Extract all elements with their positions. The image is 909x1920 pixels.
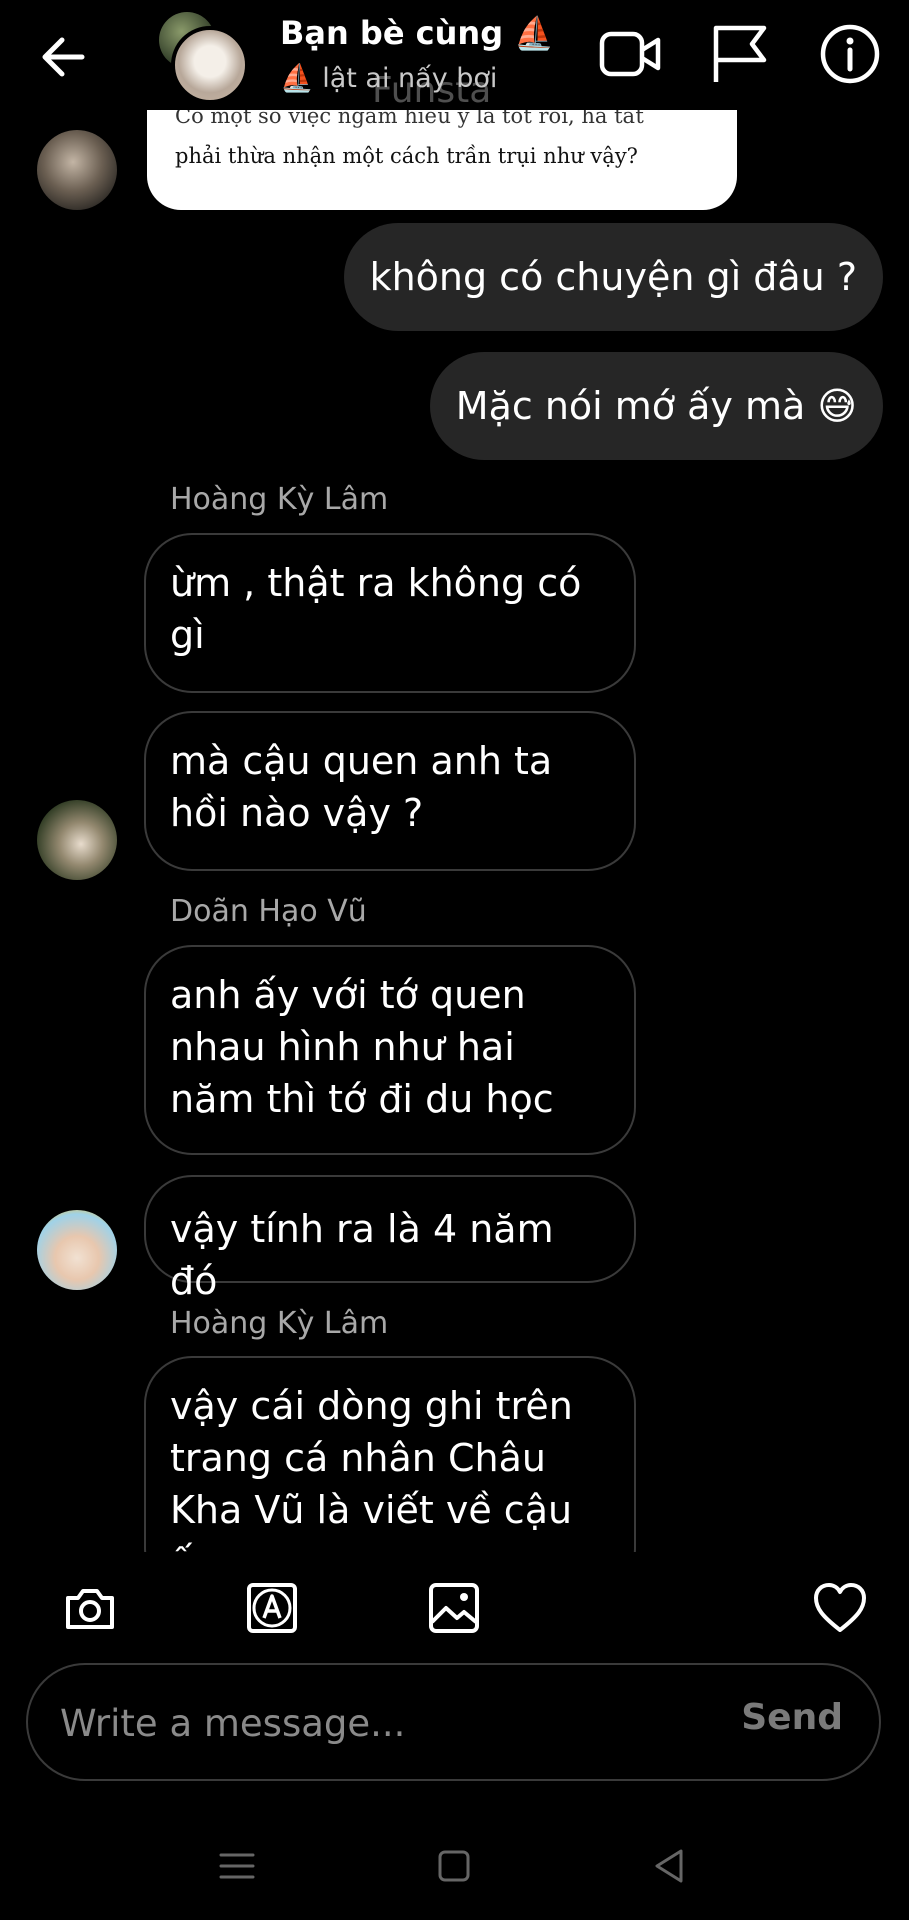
text-sticker-button[interactable] [244, 1580, 300, 1636]
message-clip: vậy cái dòng ghi trên trang cá nhân Châu… [144, 1356, 636, 1552]
image-text-line: Có một số việc ngầm hiểu ý là tốt rồi, h… [175, 110, 644, 128]
avatar[interactable] [37, 130, 117, 210]
arrow-left-icon [42, 37, 85, 77]
incoming-message[interactable]: vậy cái dòng ghi trên trang cá nhân Châu… [144, 1356, 636, 1552]
message-composer: Send [26, 1663, 881, 1781]
back-button[interactable] [38, 32, 88, 82]
outgoing-message[interactable]: không có chuyện gì đâu ? [343, 223, 883, 331]
outgoing-message[interactable]: Mặc nói mớ ấy mà 😅 [429, 352, 883, 460]
incoming-message[interactable]: vậy tính ra là 4 năm đó [144, 1175, 636, 1303]
sender-name: Hoàng Kỳ Lâm [170, 1306, 389, 1341]
menu-nav-button[interactable] [214, 1843, 260, 1889]
chat-subtitle: ⛵ lật ai nấy bơi [280, 63, 498, 94]
camera-icon [66, 1589, 114, 1629]
report-button[interactable] [708, 22, 772, 86]
group-avatar[interactable] [155, 12, 249, 104]
flag-icon [713, 25, 767, 82]
avatar[interactable] [37, 800, 117, 880]
avatar[interactable] [37, 1210, 117, 1290]
sender-name: Doãn Hạo Vũ [170, 894, 367, 929]
chat-title[interactable]: Bạn bè cùng ⛵ [280, 14, 554, 52]
incoming-message[interactable]: anh ấy với tớ quen nhau hình như hai năm… [144, 945, 636, 1155]
square-icon [438, 1850, 470, 1882]
like-button[interactable] [812, 1580, 868, 1636]
image-message[interactable]: Có một số việc ngầm hiểu ý là tốt rồi, h… [147, 110, 737, 210]
message-input[interactable] [58, 1687, 702, 1759]
back-nav-button[interactable] [647, 1843, 693, 1889]
info-icon [820, 24, 880, 84]
video-call-button[interactable] [598, 22, 662, 86]
send-button[interactable]: Send [741, 1697, 843, 1738]
avatar [171, 26, 249, 104]
image-icon [429, 1583, 479, 1633]
heart-icon [814, 1583, 866, 1632]
text-sticker-icon [247, 1583, 297, 1633]
sender-name: Hoàng Kỳ Lâm [170, 482, 389, 517]
gallery-button[interactable] [426, 1580, 482, 1636]
video-camera-icon [599, 31, 661, 77]
camera-button[interactable] [62, 1580, 118, 1636]
info-button[interactable] [818, 22, 882, 86]
incoming-message[interactable]: ừm , thật ra không có gì [144, 533, 636, 693]
triangle-back-icon [655, 1849, 683, 1883]
incoming-message[interactable]: mà cậu quen anh ta hồi nào vậy ? [144, 711, 636, 871]
menu-icon [219, 1853, 255, 1879]
home-nav-button[interactable] [431, 1843, 477, 1889]
image-text-line: phải thừa nhận một cách trần trụi như vậ… [175, 144, 638, 168]
